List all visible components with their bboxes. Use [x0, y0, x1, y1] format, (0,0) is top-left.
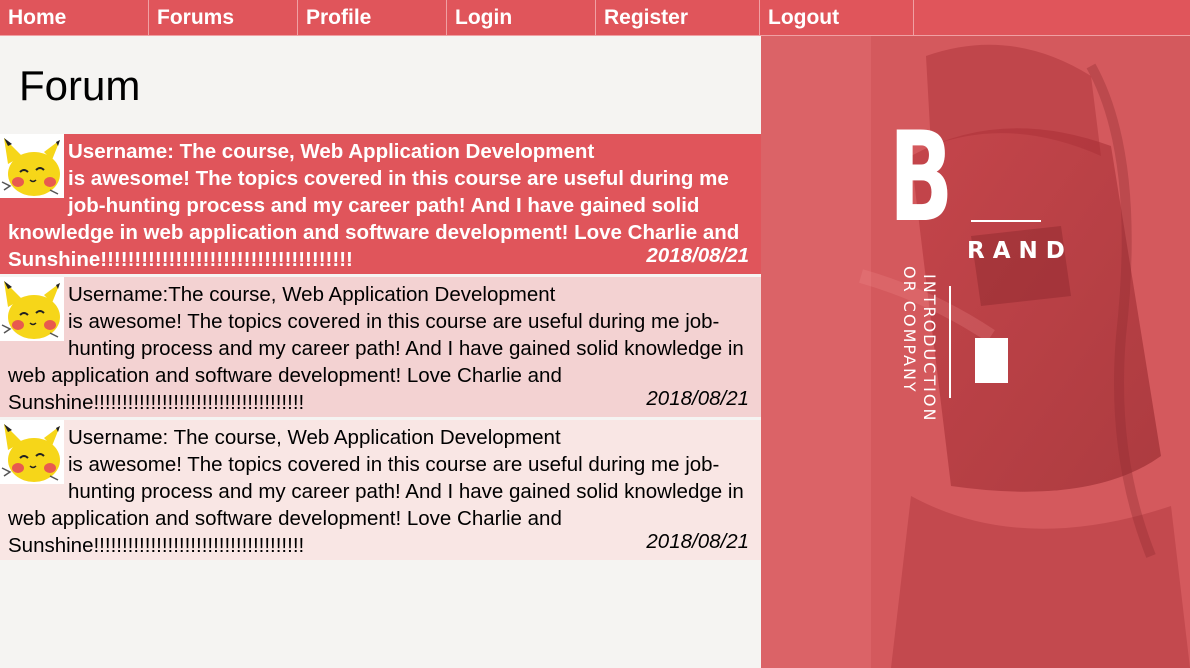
nav-login-link[interactable]: Login	[447, 0, 596, 35]
pikachu-avatar-icon	[0, 420, 64, 484]
brand-logo-rule	[971, 220, 1041, 222]
brand-logo-letter: B	[889, 106, 954, 250]
post-item: Username:The course, Web Application Dev…	[0, 277, 761, 417]
post-body: is awesome! The topics covered in this c…	[8, 453, 744, 557]
page-title: Forum	[19, 62, 141, 109]
brand-tagline: INTRODUCTION OR COMPANY	[899, 266, 949, 446]
post-list: Username: The course, Web Application De…	[0, 134, 761, 563]
post-date: 2018/08/21	[646, 530, 749, 553]
top-navbar: Home Forums Profile Login Register Logou…	[0, 0, 1190, 36]
brand-banner: B RAND INTRODUCTION OR COMPANY	[761, 36, 1190, 668]
pikachu-avatar-icon	[0, 277, 64, 341]
nav-home-link[interactable]: Home	[0, 0, 149, 35]
post-date: 2018/08/21	[646, 244, 749, 267]
post-date: 2018/08/21	[646, 387, 749, 410]
nav-profile-link[interactable]: Profile	[298, 0, 447, 35]
post-item: Username: The course, Web Application De…	[0, 134, 761, 274]
brand-tagline-line1: INTRODUCTION	[920, 274, 939, 423]
post-username-line: Username:The course, Web Application Dev…	[68, 283, 556, 306]
post-body: is awesome! The topics covered in this c…	[8, 167, 740, 271]
post-username-line: Username: The course, Web Application De…	[68, 426, 561, 449]
nav-forums-link[interactable]: Forums	[149, 0, 298, 35]
brand-logo-vertical-rule	[949, 286, 951, 398]
post-item: Username: The course, Web Application De…	[0, 420, 761, 560]
nav-register-link[interactable]: Register	[596, 0, 760, 35]
pikachu-avatar-icon	[0, 134, 64, 198]
post-body: is awesome! The topics covered in this c…	[8, 310, 744, 414]
nav-logout-link[interactable]: Logout	[760, 0, 914, 35]
brand-logo: B RAND INTRODUCTION OR COMPANY	[889, 108, 1065, 464]
brand-tagline-line2: OR COMPANY	[900, 266, 919, 394]
brand-logo-word: RAND	[967, 238, 1073, 264]
brand-logo-square	[975, 338, 1008, 383]
post-username-line: Username: The course, Web Application De…	[68, 140, 595, 163]
